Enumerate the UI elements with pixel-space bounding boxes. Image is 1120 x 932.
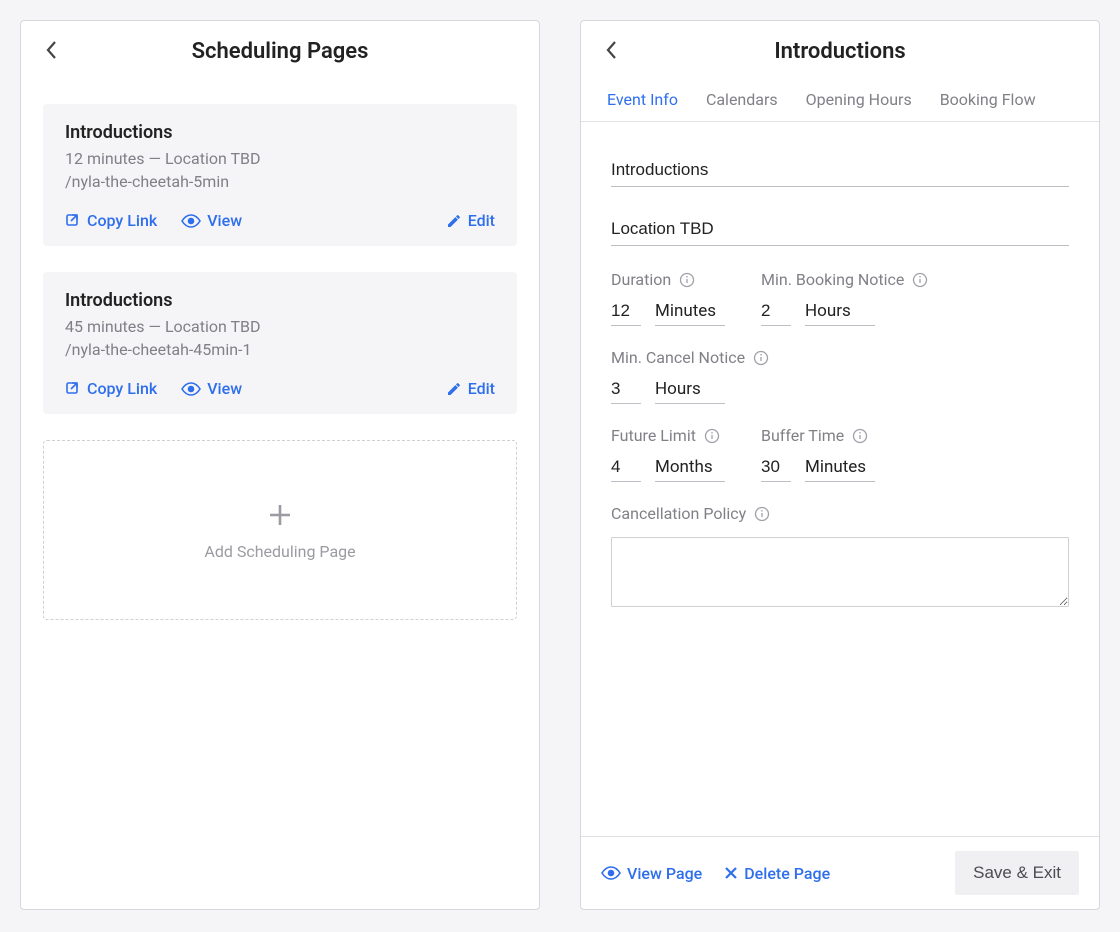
future-limit-unit-select[interactable]: Months — [655, 453, 725, 482]
edit-label: Edit — [468, 379, 495, 398]
add-scheduling-page-button[interactable]: Add Scheduling Page — [43, 440, 517, 620]
pencil-icon — [446, 213, 462, 229]
duration-value-input[interactable] — [611, 297, 641, 326]
edit-label: Edit — [468, 211, 495, 230]
info-icon[interactable] — [753, 350, 769, 366]
back-icon[interactable] — [605, 39, 619, 61]
tabs: Event Info Calendars Opening Hours Booki… — [581, 78, 1099, 122]
page-title: Introductions — [774, 39, 905, 64]
edit-button[interactable]: Edit — [446, 211, 495, 230]
tab-opening-hours[interactable]: Opening Hours — [792, 78, 926, 121]
page-title: Scheduling Pages — [192, 39, 369, 64]
eye-icon — [181, 214, 201, 228]
buffer-label: Buffer Time — [761, 426, 844, 445]
close-icon — [724, 866, 738, 880]
cancellation-policy-label: Cancellation Policy — [611, 504, 746, 523]
card-title: Introductions — [65, 290, 495, 311]
delete-page-button[interactable]: Delete Page — [724, 864, 830, 883]
scheduling-pages-panel: Scheduling Pages Introductions 12 minute… — [20, 20, 540, 910]
plus-icon — [265, 500, 295, 530]
min-cancel-value-input[interactable] — [611, 375, 641, 404]
card-path: /nyla-the-cheetah-45min-1 — [65, 340, 495, 359]
card-subtitle: 45 minutes — Location TBD — [65, 317, 495, 336]
buffer-value-input[interactable] — [761, 453, 791, 482]
panel-body: Introductions 12 minutes — Location TBD … — [21, 78, 539, 909]
scheduling-page-card: Introductions 45 minutes — Location TBD … — [43, 272, 517, 414]
edit-button[interactable]: Edit — [446, 379, 495, 398]
eye-icon — [601, 866, 621, 880]
editor-footer: View Page Delete Page Save & Exit — [581, 836, 1099, 909]
view-label: View — [207, 379, 242, 398]
copy-link-label: Copy Link — [87, 211, 157, 230]
event-name-input[interactable] — [611, 152, 1069, 187]
add-label: Add Scheduling Page — [204, 542, 355, 561]
cancellation-policy-textarea[interactable] — [611, 537, 1069, 607]
view-button[interactable]: View — [181, 211, 242, 230]
tab-booking-flow[interactable]: Booking Flow — [926, 78, 1050, 121]
copy-link-icon — [65, 381, 81, 397]
card-subtitle: 12 minutes — Location TBD — [65, 149, 495, 168]
info-icon[interactable] — [912, 272, 928, 288]
card-actions: Copy Link View Edit — [65, 379, 495, 398]
future-limit-label: Future Limit — [611, 426, 696, 445]
view-label: View — [207, 211, 242, 230]
min-booking-label: Min. Booking Notice — [761, 270, 904, 289]
copy-link-label: Copy Link — [87, 379, 157, 398]
copy-link-button[interactable]: Copy Link — [65, 211, 157, 230]
info-icon[interactable] — [679, 272, 695, 288]
duration-unit-select[interactable]: Minutes — [655, 297, 725, 326]
view-page-label: View Page — [627, 864, 702, 883]
min-cancel-unit-select[interactable]: Hours — [655, 375, 725, 404]
view-page-button[interactable]: View Page — [601, 864, 702, 883]
back-icon[interactable] — [45, 39, 59, 61]
scheduling-page-card: Introductions 12 minutes — Location TBD … — [43, 104, 517, 246]
duration-label: Duration — [611, 270, 671, 289]
tab-calendars[interactable]: Calendars — [692, 78, 792, 121]
card-title: Introductions — [65, 122, 495, 143]
event-editor-panel: Introductions Event Info Calendars Openi… — [580, 20, 1100, 910]
tab-event-info[interactable]: Event Info — [593, 78, 692, 121]
info-icon[interactable] — [754, 506, 770, 522]
copy-link-icon — [65, 213, 81, 229]
event-info-form: Duration Minutes Min. Booking Notice — [581, 122, 1099, 836]
card-path: /nyla-the-cheetah-5min — [65, 172, 495, 191]
save-exit-button[interactable]: Save & Exit — [955, 851, 1079, 895]
delete-page-label: Delete Page — [744, 864, 830, 883]
info-icon[interactable] — [704, 428, 720, 444]
copy-link-button[interactable]: Copy Link — [65, 379, 157, 398]
min-booking-unit-select[interactable]: Hours — [805, 297, 875, 326]
panel-header: Introductions — [581, 21, 1099, 78]
view-button[interactable]: View — [181, 379, 242, 398]
pencil-icon — [446, 381, 462, 397]
panel-header: Scheduling Pages — [21, 21, 539, 78]
min-cancel-label: Min. Cancel Notice — [611, 348, 745, 367]
eye-icon — [181, 382, 201, 396]
future-limit-value-input[interactable] — [611, 453, 641, 482]
min-booking-value-input[interactable] — [761, 297, 791, 326]
event-location-input[interactable] — [611, 211, 1069, 246]
buffer-unit-select[interactable]: Minutes — [805, 453, 875, 482]
info-icon[interactable] — [852, 428, 868, 444]
card-actions: Copy Link View Edit — [65, 211, 495, 230]
